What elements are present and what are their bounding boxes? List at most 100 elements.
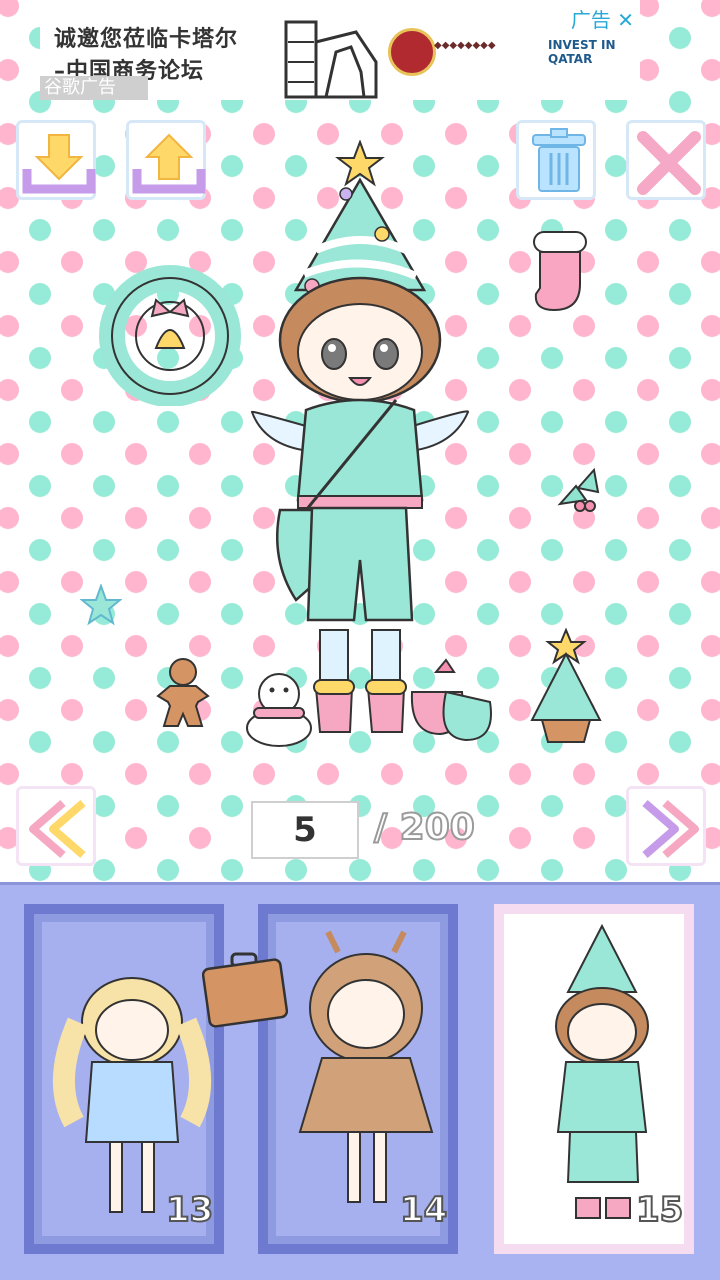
double-chevron-left-icon [29, 799, 86, 859]
trash-icon [532, 128, 586, 192]
upload-tray-icon [132, 133, 206, 194]
polka-dot [477, 859, 499, 881]
polka-dot [0, 507, 19, 529]
import-button[interactable] [16, 120, 96, 200]
holly-sticker[interactable] [556, 466, 602, 514]
character-card-15[interactable]: 15 [494, 904, 694, 1254]
polka-dot [189, 763, 211, 785]
next-page-button[interactable] [626, 786, 706, 866]
polka-dot [477, 603, 499, 625]
ad-banner[interactable]: 诚邀您莅临卡塔尔 –中国商务论坛 谷歌广告 ◆◆◆◆◆◆◆◆ INVEST IN… [40, 0, 640, 100]
delete-button[interactable] [516, 120, 596, 200]
polka-dot [605, 795, 627, 817]
close-x-icon [637, 131, 701, 195]
polka-dot [701, 699, 720, 721]
polka-dot [541, 603, 563, 625]
polka-dot [509, 379, 531, 401]
polka-dot [701, 0, 720, 17]
polka-dot [605, 347, 627, 369]
mini-tree-sticker[interactable] [526, 628, 606, 746]
polka-dot [605, 731, 627, 753]
polka-dot [701, 315, 720, 337]
polka-dot [605, 539, 627, 561]
polka-dot [701, 379, 720, 401]
polka-dot [669, 27, 691, 49]
double-chevron-right-icon [642, 799, 699, 859]
polka-dot [0, 443, 19, 465]
polka-dot [221, 539, 243, 561]
polka-dot [637, 251, 659, 273]
polka-dot [125, 507, 147, 529]
polka-dot [93, 731, 115, 753]
star-sticker[interactable] [80, 584, 122, 626]
polka-dot [157, 859, 179, 881]
polka-dot [509, 315, 531, 337]
polka-dot [605, 411, 627, 433]
polka-dot [221, 219, 243, 241]
close-button[interactable] [626, 120, 706, 200]
polka-dot [669, 91, 691, 113]
polka-dot [509, 763, 531, 785]
polka-dot [285, 859, 307, 881]
character-card-14[interactable]: 14 [258, 904, 458, 1254]
polka-dot [0, 251, 19, 273]
ad-headline-line1: 诚邀您莅临卡塔尔 [54, 27, 239, 52]
download-tray-icon [22, 134, 96, 194]
polka-dot [701, 635, 720, 657]
character-card-13[interactable]: 13 [24, 904, 224, 1254]
polka-dot [61, 315, 83, 337]
polka-dot [701, 251, 720, 273]
polka-dot [157, 411, 179, 433]
page-current-field[interactable]: 5 [251, 801, 359, 859]
polka-dot [221, 859, 243, 881]
polka-dot [477, 475, 499, 497]
polka-dot [605, 155, 627, 177]
export-button[interactable] [126, 120, 206, 200]
christmas-wreath-sticker[interactable] [96, 264, 244, 406]
gingerbread-sticker[interactable] [154, 656, 212, 728]
polka-dot [125, 699, 147, 721]
polka-dot [0, 763, 19, 785]
polka-dot [541, 539, 563, 561]
polka-dot [605, 219, 627, 241]
ministry-logo-text: ◆◆◆◆◆◆◆◆ [434, 40, 496, 51]
snowman-sticker[interactable] [244, 670, 314, 748]
polka-dot [189, 507, 211, 529]
polka-dot [605, 667, 627, 689]
polka-dot [221, 411, 243, 433]
prev-page-button[interactable] [16, 786, 96, 866]
polka-dot [477, 347, 499, 369]
polka-dot [509, 443, 531, 465]
polka-dot [573, 315, 595, 337]
polka-dot [605, 283, 627, 305]
polka-dot [125, 443, 147, 465]
polka-dot [189, 571, 211, 593]
character-preview[interactable] [246, 140, 474, 740]
polka-dot [477, 155, 499, 177]
polka-dot [669, 539, 691, 561]
polka-dot [669, 603, 691, 625]
ad-google-label: 谷歌广告 [40, 76, 148, 100]
polka-dot [701, 571, 720, 593]
polka-dot [61, 699, 83, 721]
polka-dot [157, 731, 179, 753]
ad-choices-button[interactable]: 广告 ✕ [571, 4, 634, 33]
polka-dot [61, 443, 83, 465]
suitcase-sticker[interactable] [202, 950, 288, 1028]
polka-dot [221, 795, 243, 817]
polka-dot [669, 283, 691, 305]
polka-dot [637, 443, 659, 465]
christmas-stocking-sticker[interactable] [528, 228, 596, 316]
polka-dot [509, 571, 531, 593]
polka-dot [29, 411, 51, 433]
polka-dot [637, 635, 659, 657]
polka-dot [61, 763, 83, 785]
polka-dot [573, 379, 595, 401]
polka-dot [189, 443, 211, 465]
gift-bags-sticker[interactable] [406, 652, 496, 744]
polka-dot [61, 507, 83, 529]
polka-dot [541, 795, 563, 817]
polka-dot [29, 347, 51, 369]
polka-dot [29, 539, 51, 561]
polka-dot [29, 667, 51, 689]
